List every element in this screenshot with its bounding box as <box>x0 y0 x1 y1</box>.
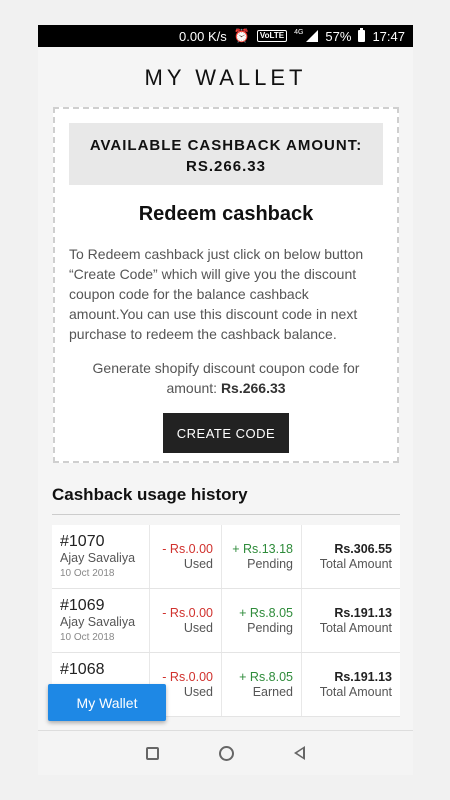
customer-name: Ajay Savaliya <box>60 551 136 565</box>
used-amount: - Rs.0.00 <box>162 606 213 620</box>
create-code-button[interactable]: CREATE CODE <box>163 413 289 453</box>
order-date: 10 Oct 2018 <box>60 568 115 579</box>
order-date: 10 Oct 2018 <box>60 632 115 643</box>
battery-icon <box>358 28 366 42</box>
order-number: #1068 <box>60 661 105 678</box>
total-label: Total Amount <box>319 621 392 635</box>
divider <box>52 514 400 515</box>
used-cell: - Rs.0.00 Used <box>150 525 222 588</box>
used-cell: - Rs.0.00 Used <box>150 589 222 652</box>
alarm-icon: ⏰ <box>233 28 250 43</box>
history-row[interactable]: #1069 Ajay Savaliya 10 Oct 2018 - Rs.0.0… <box>52 589 400 653</box>
earned-amount: + Rs.8.05 <box>239 670 293 684</box>
earned-status: Earned <box>252 685 293 699</box>
status-bar: 0.00 K/s ⏰ VoLTE 4G 57% 17:47 <box>38 25 413 47</box>
battery-percent: 57% <box>325 28 352 44</box>
order-cell: #1070 Ajay Savaliya 10 Oct 2018 <box>52 525 150 588</box>
generate-text: Generate shopify discount coupon code fo… <box>55 358 397 398</box>
home-icon[interactable] <box>219 745 234 761</box>
history-row[interactable]: #1070 Ajay Savaliya 10 Oct 2018 - Rs.0.0… <box>52 525 400 589</box>
my-wallet-button[interactable]: My Wallet <box>48 684 166 721</box>
earned-cell: + Rs.8.05 Earned <box>222 653 302 716</box>
total-amount: Rs.306.55 <box>334 542 392 556</box>
earned-status: Pending <box>247 621 293 635</box>
page-title: MY WALLET <box>144 65 307 90</box>
available-cashback-label: AVAILABLE CASHBACK AMOUNT: <box>89 137 363 154</box>
used-amount: - Rs.0.00 <box>162 670 213 684</box>
used-amount: - Rs.0.00 <box>162 542 213 556</box>
signal-icon <box>306 30 319 42</box>
order-number: #1069 <box>60 597 105 614</box>
available-cashback-value: RS.266.33 <box>186 158 266 175</box>
earned-cell: + Rs.13.18 Pending <box>222 525 302 588</box>
available-cashback-box: AVAILABLE CASHBACK AMOUNT: RS.266.33 <box>69 123 383 185</box>
used-label: Used <box>183 557 213 571</box>
total-cell: Rs.306.55 Total Amount <box>302 525 400 588</box>
earned-amount: + Rs.8.05 <box>239 606 293 620</box>
total-label: Total Amount <box>319 685 392 699</box>
total-amount: Rs.191.13 <box>334 606 392 620</box>
back-icon[interactable] <box>294 746 305 760</box>
generate-amount: Rs.266.33 <box>220 380 286 396</box>
used-label: Used <box>183 621 213 635</box>
total-label: Total Amount <box>319 557 392 571</box>
volte-badge: VoLTE <box>256 30 288 42</box>
customer-name: Ajay Savaliya <box>60 615 136 629</box>
earned-cell: + Rs.8.05 Pending <box>222 589 302 652</box>
network-type: 4G <box>294 28 304 36</box>
order-cell: #1069 Ajay Savaliya 10 Oct 2018 <box>52 589 150 652</box>
total-amount: Rs.191.13 <box>334 670 392 684</box>
total-cell: Rs.191.13 Total Amount <box>302 653 400 716</box>
net-speed: 0.00 K/s <box>179 28 227 44</box>
total-cell: Rs.191.13 Total Amount <box>302 589 400 652</box>
earned-amount: + Rs.13.18 <box>232 542 293 556</box>
history-title: Cashback usage history <box>52 485 248 504</box>
recent-apps-icon[interactable] <box>146 746 159 760</box>
navigation-bar <box>38 730 413 775</box>
earned-status: Pending <box>247 557 293 571</box>
cashback-panel: AVAILABLE CASHBACK AMOUNT: RS.266.33 Red… <box>53 107 399 463</box>
phone-screen: 0.00 K/s ⏰ VoLTE 4G 57% 17:47 MY WALLET … <box>38 25 413 775</box>
clock: 17:47 <box>372 28 405 44</box>
redeem-description: To Redeem cashback just click on below b… <box>69 246 364 342</box>
used-label: Used <box>183 685 213 699</box>
order-number: #1070 <box>60 533 105 550</box>
redeem-title: Redeem cashback <box>138 203 314 225</box>
